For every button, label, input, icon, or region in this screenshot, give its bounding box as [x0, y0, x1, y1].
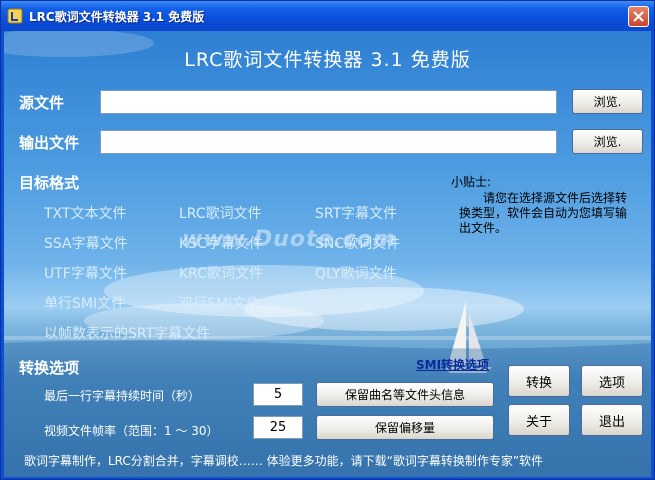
app-heading: LRC歌词文件转换器 3.1 免费版 [184, 49, 471, 71]
tip-title: 小贴士: [451, 175, 492, 189]
output-file-label: 输出文件 [19, 134, 80, 152]
client-area: www.Duote.com LRC歌词文件转换器 3.1 免费版 源文件 浏览.… [4, 31, 651, 477]
last-line-duration-input[interactable] [253, 383, 303, 406]
format-option-qly[interactable]: QLY歌词文件 [315, 263, 397, 283]
about-button[interactable]: 关于 [508, 404, 570, 436]
options-heading: 转换选项 [19, 359, 80, 377]
format-option-ksc[interactable]: KSC字幕文件 [179, 233, 263, 253]
tip-text: 请您在选择源文件后选择转换类型，软件会自动为您填写输出文件。 [459, 191, 628, 235]
frame-rate-input[interactable] [253, 416, 303, 439]
last-line-duration-label: 最后一行字幕持续时间（秒） [44, 389, 201, 403]
format-option-txt[interactable]: TXT文本文件 [44, 203, 126, 223]
target-format-heading: 目标格式 [19, 174, 80, 192]
frame-rate-label: 视频文件帧率（范围：1 ～ 30） [44, 424, 219, 438]
format-option-srt[interactable]: SRT字幕文件 [315, 203, 397, 223]
keep-offset-button[interactable]: 保留偏移量 [316, 415, 494, 440]
format-option-utf[interactable]: UTF字幕文件 [44, 263, 127, 283]
source-file-input[interactable] [100, 90, 557, 114]
options-button[interactable]: 选项 [581, 365, 643, 397]
footer-promo-text[interactable]: 歌词字幕制作，LRC分割合并，字幕调校…… 体验更多功能，请下载“歌词字幕转换制… [24, 452, 543, 469]
app-icon [7, 8, 23, 24]
format-option-lrc[interactable]: LRC歌词文件 [179, 203, 262, 223]
format-option-snc[interactable]: SNC歌词文件 [315, 233, 400, 253]
format-option-double-smi[interactable]: 双行SMI文件 [179, 293, 260, 313]
exit-button[interactable]: 退出 [581, 404, 643, 436]
window-title: LRC歌词文件转换器 3.1 免费版 [29, 10, 205, 24]
app-window: LRC歌词文件转换器 3.1 免费版 www.Duote.com LRC歌词文件… [0, 0, 655, 480]
smi-options-link[interactable]: SMI转换选项 [416, 356, 489, 373]
source-file-label: 源文件 [19, 94, 65, 112]
format-option-single-smi[interactable]: 单行SMI文件 [44, 293, 125, 313]
output-file-input[interactable] [100, 130, 557, 154]
output-browse-button[interactable]: 浏览. [572, 129, 643, 154]
format-option-krc[interactable]: KRC歌词文件 [179, 263, 263, 283]
close-button[interactable] [628, 6, 649, 27]
format-option-frame-srt[interactable]: 以帧数表示的SRT字幕文件 [44, 323, 210, 343]
close-icon [633, 11, 644, 22]
title-bar[interactable]: LRC歌词文件转换器 3.1 免费版 [1, 1, 654, 31]
keep-header-button[interactable]: 保留曲名等文件头信息 [316, 382, 494, 407]
format-option-ssa[interactable]: SSA字幕文件 [44, 233, 128, 253]
convert-button[interactable]: 转换 [508, 365, 570, 397]
source-browse-button[interactable]: 浏览. [572, 89, 643, 114]
